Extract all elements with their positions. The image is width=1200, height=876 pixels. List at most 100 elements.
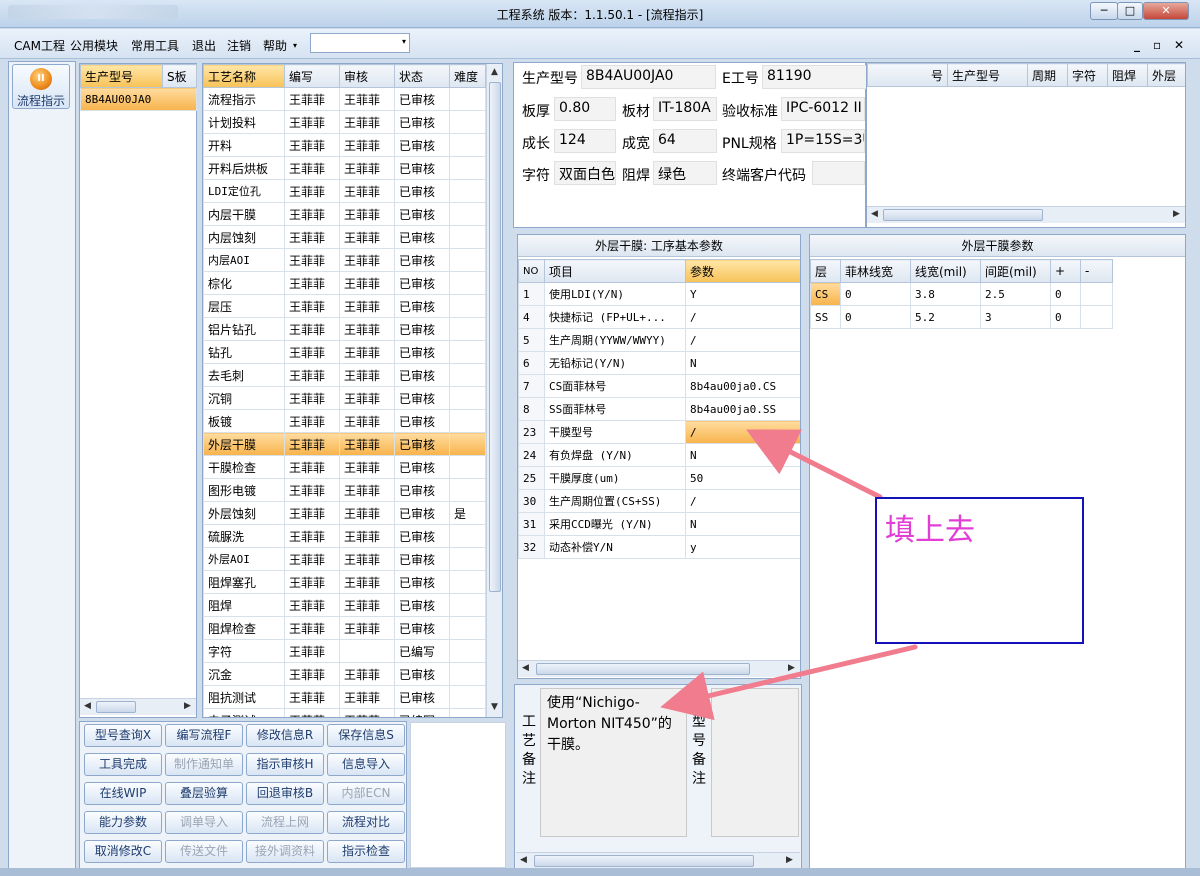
param-value-cell[interactable]: 50 [685, 466, 800, 490]
process-row[interactable]: 铝片钻孔 王菲菲 王菲菲 已审核 [203, 317, 486, 341]
process-row[interactable]: 外层干膜 王菲菲 王菲菲 已审核 [203, 432, 486, 456]
param-value-cell[interactable]: N [685, 443, 800, 467]
flow-instruction-button[interactable]: II 流程指示 [12, 64, 70, 109]
menu-common-tools[interactable]: 常用工具 [131, 37, 179, 54]
menu-common-modules[interactable]: 公用模块 [70, 37, 118, 54]
process-row[interactable]: 阻焊塞孔 王菲菲 王菲菲 已审核 [203, 570, 486, 594]
param-row[interactable]: 24 有负焊盘 (Y/N) N [518, 443, 800, 467]
process-row[interactable]: 电子测试王菲菲王菲菲已编写 [203, 708, 486, 717]
param-row[interactable]: 31 采用CCD曝光 (Y/N) N [518, 512, 800, 536]
param-no-header[interactable]: NO [518, 259, 545, 283]
param-row[interactable]: 23 干膜型号 / [518, 420, 800, 444]
param-row[interactable]: 5 生产周期(YYWW/WWYY) / [518, 328, 800, 352]
help-chevron-down-icon[interactable]: ▾ [293, 41, 297, 50]
param-value-cell[interactable]: / [685, 328, 800, 352]
difficulty-header[interactable]: 难度 [449, 64, 486, 88]
action-button[interactable]: 指示检查 [327, 840, 405, 863]
param-row[interactable]: 32 动态补偿Y/N y [518, 535, 800, 559]
minus-header[interactable]: - [1080, 259, 1113, 283]
param-row[interactable]: 1 使用LDI(Y/N) Y [518, 282, 800, 306]
info-value-customer-code[interactable] [812, 161, 865, 185]
param-value-cell[interactable]: 8b4au00ja0.SS [685, 397, 800, 421]
s-board-header[interactable]: S板 [162, 64, 197, 88]
model-header[interactable]: 生产型号 [80, 64, 163, 88]
process-row[interactable]: 沉金 王菲菲 王菲菲 已审核 [203, 662, 486, 686]
param-row[interactable]: 25 干膜厚度(um) 50 [518, 466, 800, 490]
line-width-header[interactable]: 线宽(mil) [910, 259, 981, 283]
process-row[interactable]: 钻孔 王菲菲 王菲菲 已审核 [203, 340, 486, 364]
param-row[interactable]: 4 快捷标记 (FP+UL+... / [518, 305, 800, 329]
process-name-header[interactable]: 工艺名称 [203, 64, 285, 88]
layer-header[interactable]: 层 [810, 259, 841, 283]
param-value-cell[interactable]: N [685, 512, 800, 536]
action-button[interactable]: 型号查询X [84, 724, 162, 747]
scroll-right-icon[interactable]: ▶ [786, 855, 793, 865]
param-row[interactable]: 8 SS面菲林号 8b4au00ja0.SS [518, 397, 800, 421]
process-row[interactable]: 图形电镀 王菲菲 王菲菲 已审核 [203, 478, 486, 502]
layer-row[interactable]: SS 0 5.2 3 0 [810, 305, 1113, 329]
menu-help[interactable]: 帮助 [263, 37, 287, 54]
process-row[interactable]: 去毛刺 王菲菲 王菲菲 已审核 [203, 363, 486, 387]
process-row[interactable]: LDI定位孔 王菲菲 王菲菲 已审核 [203, 179, 486, 203]
action-button[interactable]: 修改信息R [246, 724, 324, 747]
scroll-left-icon[interactable]: ◀ [522, 663, 529, 673]
action-button[interactable]: 保存信息S [327, 724, 405, 747]
layer-row[interactable]: CS 0 3.8 2.5 0 [810, 282, 1113, 306]
scroll-right-icon[interactable]: ▶ [1173, 209, 1180, 219]
action-button[interactable]: 信息导入 [327, 753, 405, 776]
scroll-left-icon[interactable]: ◀ [520, 855, 527, 865]
action-button[interactable]: 回退审核B [246, 782, 324, 805]
process-row[interactable]: 开料 王菲菲 王菲菲 已审核 [203, 133, 486, 157]
info-value-pnl[interactable]: 1P=15S=3U [781, 129, 865, 153]
col-mask-header[interactable]: 阻焊 [1107, 63, 1148, 87]
action-button[interactable]: 流程上网 [246, 811, 324, 834]
action-button[interactable]: 内部ECN [327, 782, 405, 805]
action-button[interactable]: 在线WIP [84, 782, 162, 805]
info-value-legend[interactable]: 双面白色 [554, 161, 616, 185]
status-header[interactable]: 状态 [394, 64, 450, 88]
process-row[interactable]: 阻焊检查 王菲菲 王菲菲 已审核 [203, 616, 486, 640]
process-row[interactable]: 硫脲洗 王菲菲 王菲菲 已审核 [203, 524, 486, 548]
process-row[interactable]: 阻抗测试 王菲菲 王菲菲 已审核 [203, 685, 486, 709]
param-value-cell[interactable]: 8b4au00ja0.CS [685, 374, 800, 398]
remarks-hscroll[interactable]: ◀ ▶ [516, 852, 800, 869]
spacing-header[interactable]: 间距(mil) [980, 259, 1051, 283]
param-value-cell[interactable]: / [685, 489, 800, 513]
process-row[interactable]: 内层干膜 王菲菲 王菲菲 已审核 [203, 202, 486, 226]
scroll-right-icon[interactable]: ▶ [788, 663, 795, 673]
info-value-width[interactable]: 64 [653, 129, 717, 153]
param-item-header[interactable]: 项目 [544, 259, 686, 283]
author-header[interactable]: 编写 [284, 64, 340, 88]
model-list-hscroll[interactable]: ◀ ▶ [80, 698, 196, 715]
col-model-header[interactable]: 生产型号 [947, 63, 1028, 87]
menu-logout[interactable]: 注销 [227, 37, 251, 54]
col-cycle-header[interactable]: 周期 [1027, 63, 1068, 87]
scroll-up-icon[interactable]: ▲ [491, 67, 498, 77]
process-row[interactable]: 内层AOI 王菲菲 王菲菲 已审核 [203, 248, 486, 272]
process-row[interactable]: 层压 王菲菲 王菲菲 已审核 [203, 294, 486, 318]
model-row[interactable]: 8B4AU00JA0 [80, 87, 197, 111]
action-button[interactable]: 能力参数 [84, 811, 162, 834]
param-value-cell[interactable]: N [685, 351, 800, 375]
menu-combo[interactable]: ▾ [310, 33, 410, 53]
info-value-length[interactable]: 124 [554, 129, 616, 153]
process-row[interactable]: 干膜检查 王菲菲 王菲菲 已审核 [203, 455, 486, 479]
top-right-hscroll[interactable]: ◀ ▶ [867, 206, 1185, 223]
menu-cam[interactable]: CAM工程 [14, 37, 65, 54]
process-row[interactable]: 流程指示 王菲菲 王菲菲 已审核 [203, 87, 486, 111]
menu-exit[interactable]: 退出 [192, 37, 216, 54]
process-row[interactable]: 内层蚀刻 王菲菲 王菲菲 已审核 [203, 225, 486, 249]
close-button[interactable]: ✕ [1143, 2, 1189, 20]
scroll-down-icon[interactable]: ▼ [491, 702, 498, 712]
action-button[interactable]: 工具完成 [84, 753, 162, 776]
col-legend-header[interactable]: 字符 [1067, 63, 1108, 87]
action-button[interactable]: 流程对比 [327, 811, 405, 834]
action-button[interactable]: 传送文件 [165, 840, 243, 863]
scroll-left-icon[interactable]: ◀ [871, 209, 878, 219]
action-button[interactable]: 叠层验算 [165, 782, 243, 805]
process-row[interactable]: 外层蚀刻 王菲菲 王菲菲 已审核是 [203, 501, 486, 525]
process-row[interactable]: 字符 王菲菲 已编写 [203, 639, 486, 663]
maximize-button[interactable]: □ [1117, 2, 1143, 20]
action-button[interactable]: 编写流程F [165, 724, 243, 747]
mdi-restore-button[interactable]: ▫ [1153, 38, 1161, 52]
